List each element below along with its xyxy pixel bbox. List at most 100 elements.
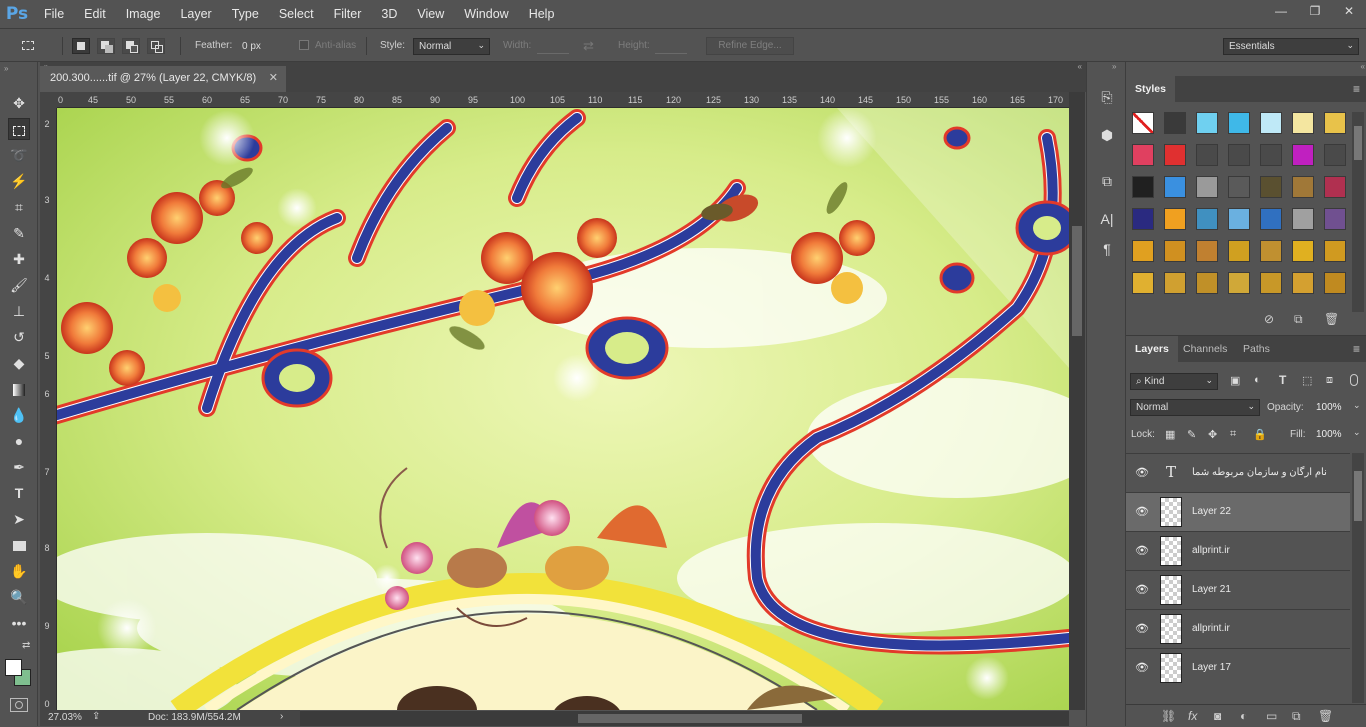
layer-row[interactable]: 👁 T نام ارگان و سازمان مربوطه شما	[1126, 453, 1350, 492]
menu-3d[interactable]: 3D	[371, 7, 407, 21]
menu-edit[interactable]: Edit	[74, 7, 116, 21]
crop-tool-icon[interactable]: ⌗	[8, 196, 30, 218]
eyedropper-tool-icon[interactable]: ✎	[8, 222, 30, 244]
tab-layers[interactable]: Layers	[1126, 336, 1178, 362]
lock-position-icon[interactable]: ✥	[1208, 428, 1217, 441]
style-swatch[interactable]	[1260, 112, 1282, 134]
style-swatch[interactable]	[1164, 112, 1186, 134]
style-swatch[interactable]	[1228, 112, 1250, 134]
style-swatch[interactable]	[1196, 208, 1218, 230]
horizontal-ruler[interactable]: 0 45 50 55 60 65 70 75 80 85 90 95 100 105 110 115 120 12…	[57, 92, 1069, 108]
quick-mask-icon[interactable]	[10, 698, 28, 712]
menu-file[interactable]: File	[34, 7, 74, 21]
properties-panel-icon[interactable]: ⧉	[1096, 170, 1118, 192]
visibility-eye-icon[interactable]: 👁	[1135, 583, 1149, 596]
style-swatch[interactable]	[1260, 208, 1282, 230]
move-tool-icon[interactable]: ✥	[8, 92, 30, 114]
feather-input[interactable]: 0 px	[236, 38, 294, 55]
style-swatch[interactable]	[1164, 272, 1186, 294]
visibility-eye-icon[interactable]: 👁	[1135, 466, 1149, 479]
document-canvas[interactable]	[57, 108, 1069, 710]
style-swatch[interactable]	[1292, 240, 1314, 262]
clear-style-icon[interactable]: ⊘	[1264, 312, 1274, 326]
style-swatch[interactable]	[1292, 144, 1314, 166]
eraser-tool-icon[interactable]: ◆	[8, 352, 30, 374]
style-swatch[interactable]	[1164, 208, 1186, 230]
style-swatch[interactable]	[1132, 208, 1154, 230]
style-swatch[interactable]	[1132, 144, 1154, 166]
restore-button[interactable]: ❐	[1298, 0, 1332, 22]
zoom-level[interactable]: 27.03%	[48, 712, 82, 723]
new-layer-icon[interactable]: ⧉	[1292, 709, 1301, 724]
style-swatch[interactable]	[1228, 176, 1250, 198]
style-swatch[interactable]	[1164, 176, 1186, 198]
minimize-button[interactable]: —	[1264, 0, 1298, 22]
hand-tool-icon[interactable]: ✋	[8, 560, 30, 582]
style-swatch[interactable]	[1132, 112, 1154, 134]
smart-object-filter-icon[interactable]: ⧈	[1326, 374, 1333, 387]
styles-scrollbar[interactable]	[1352, 112, 1364, 312]
style-swatch[interactable]	[1292, 176, 1314, 198]
marquee-preset-icon[interactable]	[20, 37, 40, 55]
opacity-input[interactable]: 100%	[1316, 402, 1342, 413]
expand-icon[interactable]: «	[1078, 62, 1082, 71]
workspace-select[interactable]: Essentials ⌄	[1223, 38, 1359, 55]
style-swatch[interactable]	[1292, 112, 1314, 134]
style-swatch[interactable]	[1196, 176, 1218, 198]
new-selection-button[interactable]	[72, 38, 90, 54]
antialias-checkbox[interactable]	[299, 40, 309, 50]
layer-style-icon[interactable]: fx	[1188, 709, 1197, 723]
layer-row[interactable]: 👁 allprint.ir	[1126, 531, 1350, 570]
delete-layer-icon[interactable]: 🗑	[1318, 709, 1333, 723]
new-style-icon[interactable]: ⧉	[1294, 312, 1303, 327]
filter-toggle[interactable]	[1350, 374, 1358, 386]
blend-mode-select[interactable]: Normal ⌄	[1130, 399, 1260, 416]
style-swatch[interactable]	[1196, 112, 1218, 134]
collapse-icon[interactable]: »	[4, 64, 8, 73]
layer-row[interactable]: 👁 Layer 21	[1126, 570, 1350, 609]
menu-filter[interactable]: Filter	[324, 7, 372, 21]
style-swatch[interactable]	[1164, 240, 1186, 262]
style-swatch[interactable]	[1132, 240, 1154, 262]
visibility-eye-icon[interactable]: 👁	[1135, 505, 1149, 518]
style-swatch[interactable]	[1196, 272, 1218, 294]
lock-pixels-icon[interactable]: ✎	[1187, 428, 1196, 441]
horizontal-scrollbar[interactable]	[300, 711, 1069, 726]
style-swatch[interactable]	[1260, 240, 1282, 262]
pen-tool-icon[interactable]: ✒	[8, 456, 30, 478]
layers-scrollbar[interactable]	[1352, 453, 1364, 703]
type-layer-filter-icon[interactable]: T	[1279, 373, 1286, 387]
visibility-eye-icon[interactable]: 👁	[1135, 622, 1149, 635]
paragraph-panel-icon[interactable]: ¶	[1096, 238, 1118, 260]
layer-row[interactable]: 👁 allprint.ir	[1126, 609, 1350, 648]
style-swatch[interactable]	[1132, 272, 1154, 294]
more-tools-icon[interactable]: •••	[8, 612, 30, 634]
close-window-button[interactable]: ✕	[1332, 0, 1366, 22]
fill-input[interactable]: 100%	[1316, 429, 1342, 440]
vertical-ruler[interactable]: 2 3 4 5 6 7 8 9 0	[40, 108, 57, 710]
menu-window[interactable]: Window	[454, 7, 518, 21]
style-swatch[interactable]	[1324, 176, 1346, 198]
path-selection-tool-icon[interactable]: ➤	[8, 508, 30, 530]
marquee-tool-icon[interactable]	[8, 118, 30, 140]
style-swatch[interactable]	[1324, 240, 1346, 262]
menu-view[interactable]: View	[407, 7, 454, 21]
tab-paths[interactable]: Paths	[1234, 336, 1279, 362]
healing-brush-tool-icon[interactable]: ✚	[8, 248, 30, 270]
dodge-tool-icon[interactable]: ●	[8, 430, 30, 452]
libraries-panel-icon[interactable]: ⬢	[1096, 124, 1118, 146]
lasso-tool-icon[interactable]: ➰	[8, 144, 30, 166]
style-swatch[interactable]	[1196, 240, 1218, 262]
style-swatch[interactable]	[1292, 272, 1314, 294]
width-input[interactable]	[537, 53, 569, 54]
horizontal-scroll-thumb[interactable]	[578, 714, 802, 723]
brush-tool-icon[interactable]: 🖌	[8, 274, 30, 296]
zoom-tool-icon[interactable]: 🔍	[8, 586, 30, 608]
document-tab[interactable]: 200.300......tif @ 27% (Layer 22, CMYK/8…	[40, 66, 286, 92]
style-swatch[interactable]	[1132, 176, 1154, 198]
history-panel-icon[interactable]: ⎘	[1096, 86, 1118, 108]
history-brush-tool-icon[interactable]: ↺	[8, 326, 30, 348]
collapse-icon[interactable]: »	[1112, 62, 1116, 71]
refine-edge-button[interactable]: Refine Edge...	[706, 37, 794, 55]
style-swatch[interactable]	[1164, 144, 1186, 166]
